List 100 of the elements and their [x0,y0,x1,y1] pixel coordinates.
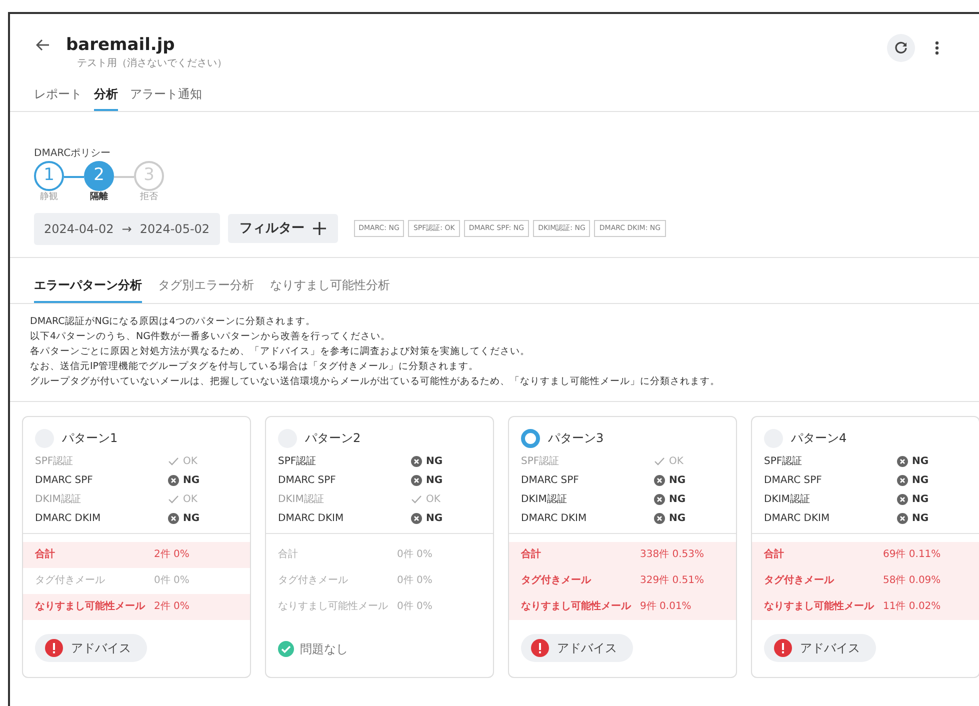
check-label: DMARC SPF [764,474,822,488]
summary-label: 合計 [521,548,541,562]
error-icon [654,474,665,486]
pattern-card[interactable]: パターン4 SPF認証 NG DMARC SPF NG DKIM認証 NG DMARC DKIM NG 合計 69件 0.11% タグ付きメール 58件 0.09% なりすまし可能性メール 11件 0.02% アドバイス [751,416,979,678]
status-text: 問題なし [300,640,348,658]
menu-icon [935,41,939,55]
check-icon [654,456,665,466]
date-range-field[interactable]: 2024-04-02 → 2024-05-02 [34,212,220,244]
check-label: DKIM認証 [35,492,81,506]
error-icon [897,474,908,486]
check-label: SPF認証 [764,454,802,468]
description-line: 以下4パターンのうち、NG件数が一番多いパターンから改善を行ってください。 [30,330,392,344]
sub-tab[interactable]: エラーパターン分析 [34,276,142,302]
advice-button[interactable]: アドバイス [35,634,147,662]
summary-label: 合計 [764,548,784,562]
summary-label: タグ付きメール [521,574,591,588]
pattern-card[interactable]: パターン3 SPF認証 OK DMARC SPF NG DKIM認証 NG DMARC DKIM NG 合計 338件 0.53% タグ付きメール 329件 0.51% なりすまし可能性メール 9件 0.01% アドバイス [508,416,737,678]
check-result: OK [183,454,198,468]
pattern-title: パターン4 [791,430,847,447]
summary-value: 0件 0% [397,574,434,588]
pattern-card[interactable]: パターン1 SPF認証 OK DMARC SPF NG DKIM認証 OK DMARC DKIM NG 合計 2件 0% タグ付きメール 0件 0% なりすまし可能性メール 2件 0% アドバイス [22,416,251,678]
description-line: DMARC認証がNGになる原因は4つのパターンに分類されます。 [30,314,316,328]
tab[interactable]: アラート通知 [130,85,202,111]
check-circle-icon [278,640,294,656]
check-label: DKIM認証 [521,492,567,506]
pattern-card[interactable]: パターン2 SPF認証 NG DMARC SPF NG DKIM認証 OK DMARC DKIM NG 合計 0件 0% タグ付きメール 0件 0% なりすまし可能性メール 0件 0% 問題なし [265,416,494,678]
summary-value: 2件 0% [154,548,190,562]
refresh-icon [894,41,908,55]
description-line: なお、送信元IP管理機能でグループタグを付与している場合は「タグ付きメール」に分類されます。 [30,360,480,374]
error-icon [411,512,422,524]
warning-icon [531,638,549,656]
summary-value: 11件 0.02% [883,600,942,614]
check-label: SPF認証 [35,454,74,468]
check-result: NG [912,474,929,488]
summary-value: 9件 0.01% [640,600,692,614]
warning-icon [774,638,792,656]
check-label: DMARC SPF [35,474,93,488]
step-label: 拒否 [139,191,159,204]
check-label: DMARC SPF [278,474,336,488]
check-result: NG [426,454,443,468]
check-result: OK [669,454,684,468]
summary-label: タグ付きメール [278,574,348,588]
check-label: DMARC DKIM [764,512,830,526]
advice-button[interactable]: アドバイス [764,634,876,662]
warning-icon [45,638,63,656]
tab[interactable]: レポート [34,85,82,111]
plus-icon [312,222,326,235]
summary-value: 0件 0% [154,574,190,588]
step-label: 隔離 [89,191,109,204]
check-result: NG [183,512,200,526]
step-circle: 1 [34,161,64,191]
summary-value: 338件 0.53% [640,548,706,562]
check-label: DKIM認証 [764,492,810,506]
summary-label: なりすまし可能性メール [278,600,388,614]
check-result: NG [669,512,686,526]
summary-label: タグ付きメール [35,574,105,588]
step-circle: 2 [84,161,114,191]
summary-label: なりすまし可能性メール [521,600,631,614]
description-line: グループタグが付いていないメールは、把握していない送信環境からメールが出ている可能性があるため、「なりすまし可能性メール」に分類されます。 [30,374,721,388]
summary-value: 0件 0% [397,548,434,562]
check-result: NG [669,492,686,506]
domain-title: baremail.jp [66,34,175,56]
check-result: NG [669,474,686,488]
check-result: NG [426,512,443,526]
summary-value: 329件 0.51% [640,574,706,588]
check-result: NG [912,492,929,506]
check-icon [411,494,422,504]
advice-button[interactable]: アドバイス [521,634,633,662]
check-icon [168,456,179,466]
check-result: OK [183,492,198,506]
policy-label: DMARCポリシー [34,147,112,161]
error-icon [897,494,908,504]
sub-tab[interactable]: なりすまし可能性分析 [270,276,390,302]
summary-value: 0件 0% [397,600,434,614]
error-icon [654,512,665,524]
error-icon [168,474,179,486]
summary-label: タグ付きメール [764,574,834,588]
tab[interactable]: 分析 [94,85,118,111]
back-icon[interactable] [36,39,50,51]
summary-value: 58件 0.09% [883,574,942,588]
summary-value: 2件 0% [154,600,190,614]
refresh-button[interactable] [887,34,915,62]
step-label: 静観 [39,191,59,204]
check-icon [168,494,179,504]
summary-value: 69件 0.11% [883,548,942,562]
description-line: 各パターンごとに原因と対処方法が異なるため、「アドバイス」を参考に調査および対策を実施してください。 [30,344,531,358]
pattern-title: パターン1 [62,430,118,447]
pattern-title: パターン3 [548,430,604,447]
sub-tab[interactable]: タグ別エラー分析 [158,276,254,302]
error-icon [411,456,422,466]
radio-button[interactable] [521,428,540,448]
check-result: NG [912,454,929,468]
error-icon [168,512,179,524]
filter-button[interactable]: フィルター [228,214,338,244]
error-icon [411,474,422,486]
check-result: OK [426,492,440,506]
check-label: DMARC SPF [521,474,579,488]
check-label: SPF認証 [521,454,560,468]
summary-label: なりすまし可能性メール [764,600,874,614]
check-label: DMARC DKIM [521,512,587,526]
